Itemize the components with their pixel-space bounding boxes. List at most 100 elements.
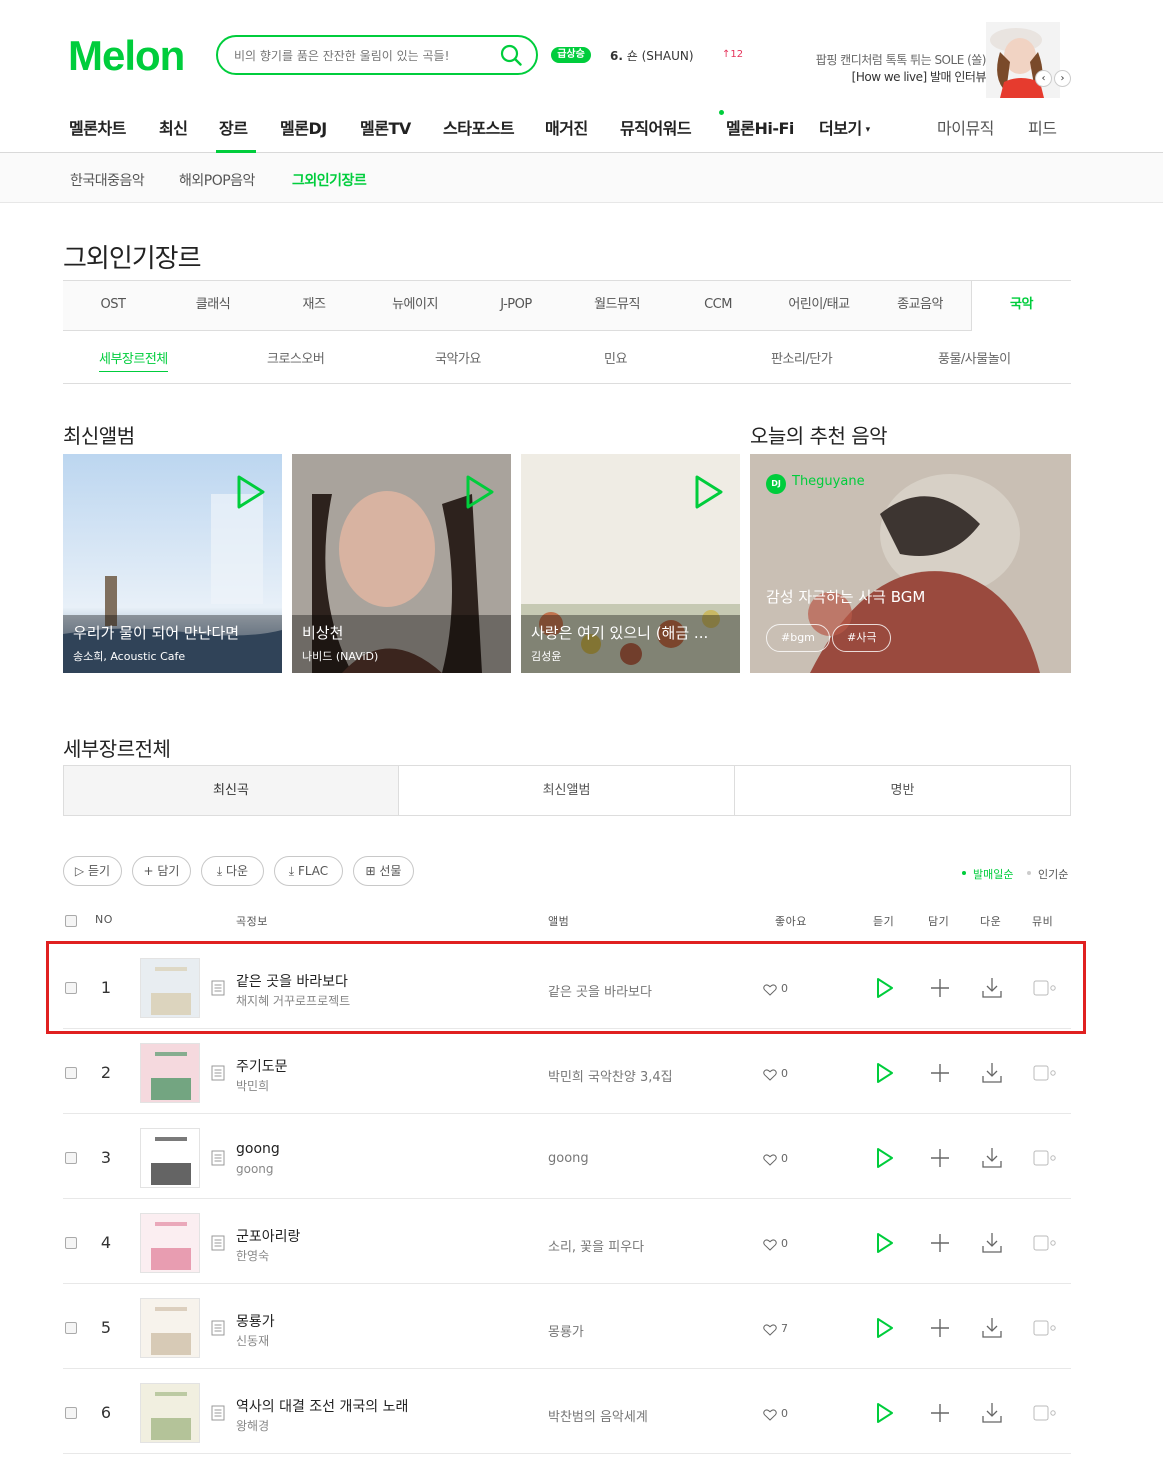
genre-tab-jpop[interactable]: J-POP [466, 281, 566, 331]
song-info-icon[interactable] [211, 1150, 225, 1166]
song-checkbox[interactable] [65, 1067, 77, 1079]
gift-button[interactable]: ⊞ 선물 [353, 856, 414, 886]
promo-line-2[interactable]: [How we live] 발매 인터뷰 [812, 68, 987, 85]
add-icon[interactable] [929, 1402, 951, 1424]
promo-prev-button[interactable]: ‹ [1035, 70, 1052, 87]
song-checkbox[interactable] [65, 1407, 77, 1419]
add-icon[interactable] [929, 1147, 951, 1169]
tab-latest-songs[interactable]: 최신곡 [63, 765, 399, 816]
heart-icon[interactable] [763, 1324, 777, 1336]
download-icon[interactable] [981, 1061, 1003, 1085]
album-artist[interactable]: 나비드 (NAViD) [302, 648, 378, 664]
song-artist[interactable]: 왕해경 [236, 1417, 269, 1434]
subtab-pansori[interactable]: 판소리/단가 [771, 348, 833, 367]
sort-by-popularity[interactable]: 인기순 [1038, 866, 1068, 882]
gnb-tv[interactable]: 멜론TV [360, 115, 411, 139]
rising-song-link[interactable]: 6. 숀 (SHAUN) [610, 47, 694, 64]
play-icon[interactable] [465, 474, 495, 510]
album-thumbnail[interactable] [140, 1298, 200, 1358]
album-thumbnail[interactable] [140, 1383, 200, 1443]
subtab-minyo[interactable]: 민요 [604, 348, 627, 367]
song-checkbox[interactable] [65, 1237, 77, 1249]
play-icon[interactable] [694, 474, 724, 510]
song-album[interactable]: 몽룡가 [548, 1321, 584, 1340]
heart-icon[interactable] [763, 1409, 777, 1421]
play-selected-button[interactable]: ▷ 듣기 [63, 856, 122, 886]
song-info-icon[interactable] [211, 1320, 225, 1336]
album-title[interactable]: 비상천 [302, 622, 502, 643]
download-selected-button[interactable]: ⤓ 다운 [201, 856, 264, 886]
song-album[interactable]: 박민희 국악찬양 3,4집 [548, 1066, 673, 1085]
gnb-dj[interactable]: 멜론DJ [280, 115, 327, 139]
tab-latest-albums[interactable]: 최신앨범 [398, 765, 735, 816]
song-info-icon[interactable] [211, 1235, 225, 1251]
gnb-hifi[interactable]: 멜론Hi-Fi [726, 115, 794, 139]
genre-tab-jazz[interactable]: 재즈 [264, 281, 364, 331]
playlist-tag[interactable]: #bgm [766, 624, 830, 652]
genre-tab-ost[interactable]: OST [63, 281, 163, 331]
genre-tab-kids[interactable]: 어린이/태교 [769, 281, 869, 331]
dj-name[interactable]: Theguyane [792, 474, 865, 489]
song-artist[interactable]: 박민희 [236, 1077, 269, 1094]
album-card[interactable]: 우리가 물이 되어 만난다면 송소희, Acoustic Cafe [63, 454, 282, 673]
song-title[interactable]: 주기도문 [236, 1056, 288, 1076]
genre-tab-classic[interactable]: 클래식 [163, 281, 263, 331]
gnb-starpost[interactable]: 스타포스트 [443, 115, 515, 139]
genre-tab-gugak[interactable]: 국악 [971, 281, 1071, 331]
song-info-icon[interactable] [211, 1405, 225, 1421]
promo-next-button[interactable]: › [1054, 70, 1071, 87]
genre-tab-newage[interactable]: 뉴에이지 [365, 281, 465, 331]
download-icon[interactable] [981, 1401, 1003, 1425]
select-all-checkbox[interactable] [65, 915, 77, 927]
playlist-title[interactable]: 감성 자극하는 사극 BGM [766, 586, 925, 607]
sort-by-release[interactable]: 발매일순 [973, 866, 1013, 882]
gnb-magazine[interactable]: 매거진 [545, 115, 588, 139]
subtab-crossover[interactable]: 크로스오버 [267, 348, 325, 367]
song-title[interactable]: 역사의 대결 조선 개국의 노래 [236, 1396, 408, 1416]
genre-tab-ccm[interactable]: CCM [668, 281, 768, 331]
add-icon[interactable] [929, 1317, 951, 1339]
subtab-pungmul[interactable]: 풍물/사물놀이 [938, 348, 1011, 367]
add-icon[interactable] [929, 1232, 951, 1254]
download-icon[interactable] [981, 1146, 1003, 1170]
play-icon[interactable] [875, 1402, 895, 1424]
heart-icon[interactable] [763, 1069, 777, 1081]
gnb-genre[interactable]: 장르 [219, 115, 248, 139]
heart-icon[interactable] [763, 1239, 777, 1251]
song-checkbox[interactable] [65, 1322, 77, 1334]
play-icon[interactable] [875, 1147, 895, 1169]
album-artist[interactable]: 송소희, Acoustic Cafe [73, 648, 185, 664]
search-icon[interactable] [500, 44, 522, 66]
promo-line-1[interactable]: 팝핑 캔디처럼 톡톡 튀는 SOLE (쏠) [812, 51, 987, 68]
play-icon[interactable] [236, 474, 266, 510]
song-info-icon[interactable] [211, 1065, 225, 1081]
album-thumbnail[interactable] [140, 1213, 200, 1273]
genre-tab-religion[interactable]: 종교음악 [870, 281, 970, 331]
play-icon[interactable] [875, 1317, 895, 1339]
song-artist[interactable]: goong [236, 1162, 274, 1176]
album-artist[interactable]: 김성윤 [531, 648, 561, 664]
song-album[interactable]: goong [548, 1151, 589, 1166]
play-icon[interactable] [875, 1232, 895, 1254]
song-title[interactable]: goong [236, 1141, 280, 1157]
flac-download-button[interactable]: ⤓ FLAC [274, 856, 343, 886]
add-selected-button[interactable]: + 담기 [132, 856, 191, 886]
song-album[interactable]: 소리, 꽃을 피우다 [548, 1236, 644, 1255]
playlist-tag[interactable]: #사극 [832, 624, 892, 652]
search-box[interactable] [216, 35, 538, 75]
genre-tab-world[interactable]: 월드뮤직 [567, 281, 667, 331]
album-card[interactable]: 사랑은 여기 있으니 (해금 ... 김성윤 [521, 454, 740, 673]
song-artist[interactable]: 신동재 [236, 1332, 269, 1349]
album-title[interactable]: 사랑은 여기 있으니 (해금 ... [531, 622, 731, 643]
download-icon[interactable] [981, 1316, 1003, 1340]
song-album[interactable]: 박찬범의 음악세계 [548, 1406, 648, 1425]
gnb-chart[interactable]: 멜론차트 [69, 115, 126, 139]
song-artist[interactable]: 한영숙 [236, 1247, 269, 1264]
album-thumbnail[interactable] [140, 1128, 200, 1188]
add-icon[interactable] [929, 1062, 951, 1084]
gnb-latest[interactable]: 최신 [159, 115, 188, 139]
download-icon[interactable] [981, 1231, 1003, 1255]
gnb-feed[interactable]: 피드 [1028, 115, 1057, 139]
subtab-gugak-gayo[interactable]: 국악가요 [435, 348, 481, 367]
promo-image[interactable] [986, 22, 1060, 98]
